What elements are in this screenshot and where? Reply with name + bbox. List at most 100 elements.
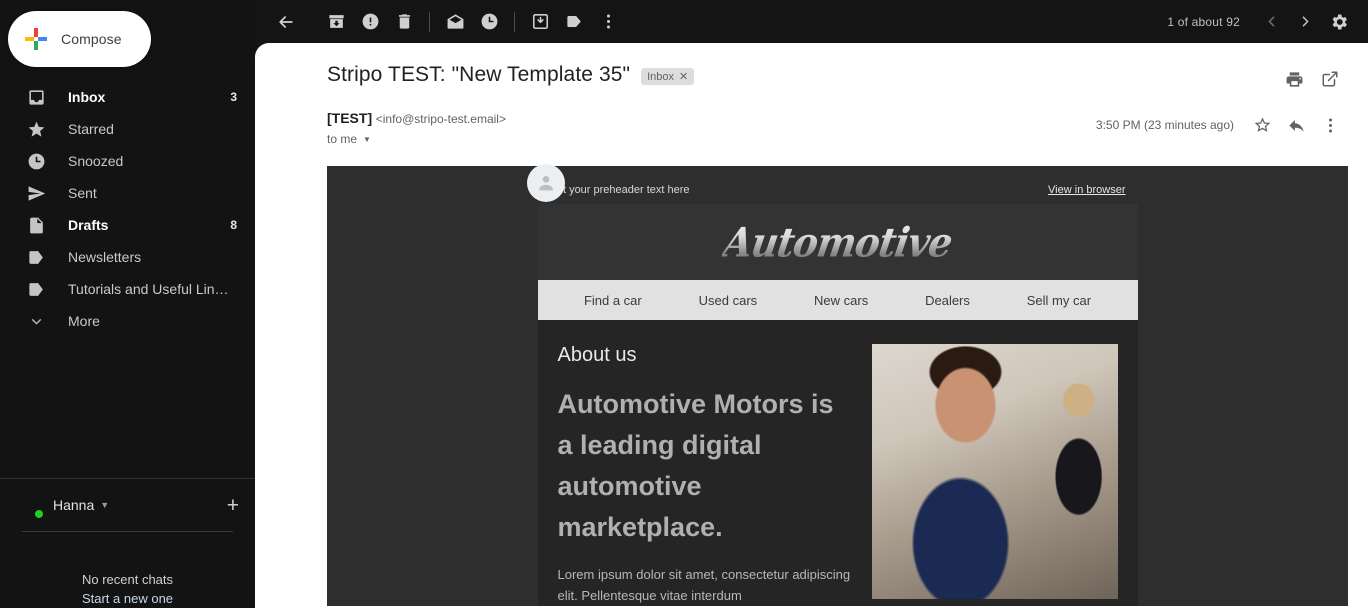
sender-name: [TEST] (327, 110, 372, 126)
gmail-app: Compose Inbox 3 Starred (0, 0, 1368, 608)
email-nav-item-dealers[interactable]: Dealers (925, 293, 970, 308)
sidebar-item-label: Newsletters (68, 249, 229, 265)
back-arrow-icon[interactable] (269, 5, 303, 39)
view-in-browser-link[interactable]: View in browser (1048, 184, 1125, 196)
sender-row: [TEST] <info@stripo-test.email> to me ▼ … (255, 95, 1368, 146)
more-vert-icon[interactable] (1314, 109, 1346, 141)
delete-icon[interactable] (387, 5, 421, 39)
sidebar-item-label: More (68, 313, 229, 329)
move-to-icon[interactable] (523, 5, 557, 39)
toolbar-separator (429, 12, 430, 32)
businessman-portrait-image (872, 344, 1118, 599)
sidebar: Compose Inbox 3 Starred (0, 0, 255, 608)
sidebar-spacer (0, 337, 255, 478)
sidebar-item-label: Inbox (68, 89, 222, 105)
sidebar-item-snoozed[interactable]: Snoozed (0, 145, 255, 177)
avatar[interactable] (16, 492, 42, 518)
preheader-text: Put your preheader text here (550, 184, 690, 196)
sidebar-item-tutorials[interactable]: Tutorials and Useful Lin… (0, 273, 255, 305)
sidebar-item-label: Snoozed (68, 153, 229, 169)
automotive-logo: Automotive (720, 218, 955, 266)
chevron-down-icon (26, 311, 46, 331)
email-nav-item-new-cars[interactable]: New cars (814, 293, 868, 308)
open-in-new-icon[interactable] (1314, 63, 1346, 95)
sender-avatar (527, 164, 565, 202)
snooze-icon[interactable] (472, 5, 506, 39)
compose-button[interactable]: Compose (8, 11, 151, 67)
chevron-left-icon[interactable] (1254, 5, 1288, 39)
sidebar-item-label: Starred (68, 121, 229, 137)
recipient-label: to me (327, 132, 357, 146)
sidebar-item-more[interactable]: More (0, 305, 255, 337)
google-plus-icon (25, 28, 47, 50)
status-badge: Inbox ✕ (641, 68, 694, 85)
sidebar-item-sent[interactable]: Sent (0, 177, 255, 209)
star-icon (26, 119, 46, 139)
reply-icon[interactable] (1280, 109, 1312, 141)
page-title: Stripo TEST: "New Template 35" (327, 61, 630, 89)
sidebar-item-label: Sent (68, 185, 229, 201)
email-logo-band: Automotive (538, 204, 1138, 280)
compose-label: Compose (61, 31, 122, 47)
chevron-down-icon[interactable]: ▼ (100, 500, 109, 510)
label-chip-text: Inbox (647, 71, 674, 83)
toolbar-right: 1 of about 92 (1167, 5, 1356, 39)
report-spam-icon[interactable] (353, 5, 387, 39)
online-status-dot (34, 509, 44, 519)
about-text-column: About us Automotive Motors is a leading … (558, 344, 854, 606)
new-chat-button[interactable]: + (227, 495, 239, 516)
more-options-icon[interactable] (591, 5, 625, 39)
sender-block: [TEST] <info@stripo-test.email> to me ▼ (327, 109, 506, 146)
recipient-line[interactable]: to me ▼ (327, 132, 506, 146)
labels-icon[interactable] (557, 5, 591, 39)
timestamp: 3:50 PM (23 minutes ago) (1096, 118, 1234, 132)
label-icon (26, 247, 46, 267)
no-recent-chats-text: No recent chats (16, 570, 239, 589)
label-icon (26, 279, 46, 299)
about-paragraph: Lorem ipsum dolor sit amet, consectetur … (558, 564, 854, 606)
print-icon[interactable] (1278, 63, 1310, 95)
chat-user-row: Hanna ▼ + (16, 479, 239, 531)
sidebar-item-starred[interactable]: Starred (0, 113, 255, 145)
close-icon[interactable]: ✕ (679, 70, 688, 83)
divider (22, 531, 233, 532)
email-nav-item-sell-my-car[interactable]: Sell my car (1027, 293, 1091, 308)
archive-icon[interactable] (319, 5, 353, 39)
sidebar-item-label: Tutorials and Useful Lin… (68, 281, 229, 297)
email-container: Put your preheader text here View in bro… (538, 178, 1138, 606)
star-outline-icon[interactable] (1246, 109, 1278, 141)
message-toolbar: 1 of about 92 (255, 0, 1368, 43)
chat-section: Hanna ▼ + No recent chats Start a new on… (0, 478, 255, 608)
sidebar-item-label: Drafts (68, 217, 222, 233)
sidebar-item-count: 8 (230, 218, 237, 232)
sender-line: [TEST] <info@stripo-test.email> (327, 109, 506, 128)
inbox-icon (26, 87, 46, 107)
email-nav-item-find-a-car[interactable]: Find a car (584, 293, 642, 308)
message-pane: Stripo TEST: "New Template 35" Inbox ✕ (255, 43, 1368, 608)
subject-row: Stripo TEST: "New Template 35" Inbox ✕ (255, 43, 1368, 95)
toolbar-separator (514, 12, 515, 32)
gear-icon[interactable] (1322, 5, 1356, 39)
chevron-down-icon[interactable]: ▼ (363, 135, 371, 144)
chevron-right-icon[interactable] (1288, 5, 1322, 39)
main-area: 1 of about 92 Stripo TEST: "New Template… (255, 0, 1368, 608)
email-nav-item-used-cars[interactable]: Used cars (699, 293, 758, 308)
clock-icon (26, 151, 46, 171)
sidebar-nav: Inbox 3 Starred Snoozed (0, 81, 255, 337)
sidebar-item-newsletters[interactable]: Newsletters (0, 241, 255, 273)
start-new-chat-link[interactable]: Start a new one (16, 589, 239, 608)
sender-email: <info@stripo-test.email> (376, 112, 506, 126)
draft-icon (26, 215, 46, 235)
about-kicker: About us (558, 344, 854, 367)
sidebar-item-drafts[interactable]: Drafts 8 (0, 209, 255, 241)
about-heading: Automotive Motors is a leading digital a… (558, 384, 854, 548)
send-icon (26, 183, 46, 203)
sidebar-item-inbox[interactable]: Inbox 3 (0, 81, 255, 113)
about-section: About us Automotive Motors is a leading … (538, 320, 1138, 606)
page-count: 1 of about 92 (1167, 15, 1240, 29)
mark-unread-icon[interactable] (438, 5, 472, 39)
chat-user-name: Hanna (53, 497, 94, 513)
message-meta: 3:50 PM (23 minutes ago) (1096, 109, 1346, 141)
subject-actions (1278, 61, 1346, 95)
preheader-row: Put your preheader text here View in bro… (538, 178, 1138, 204)
